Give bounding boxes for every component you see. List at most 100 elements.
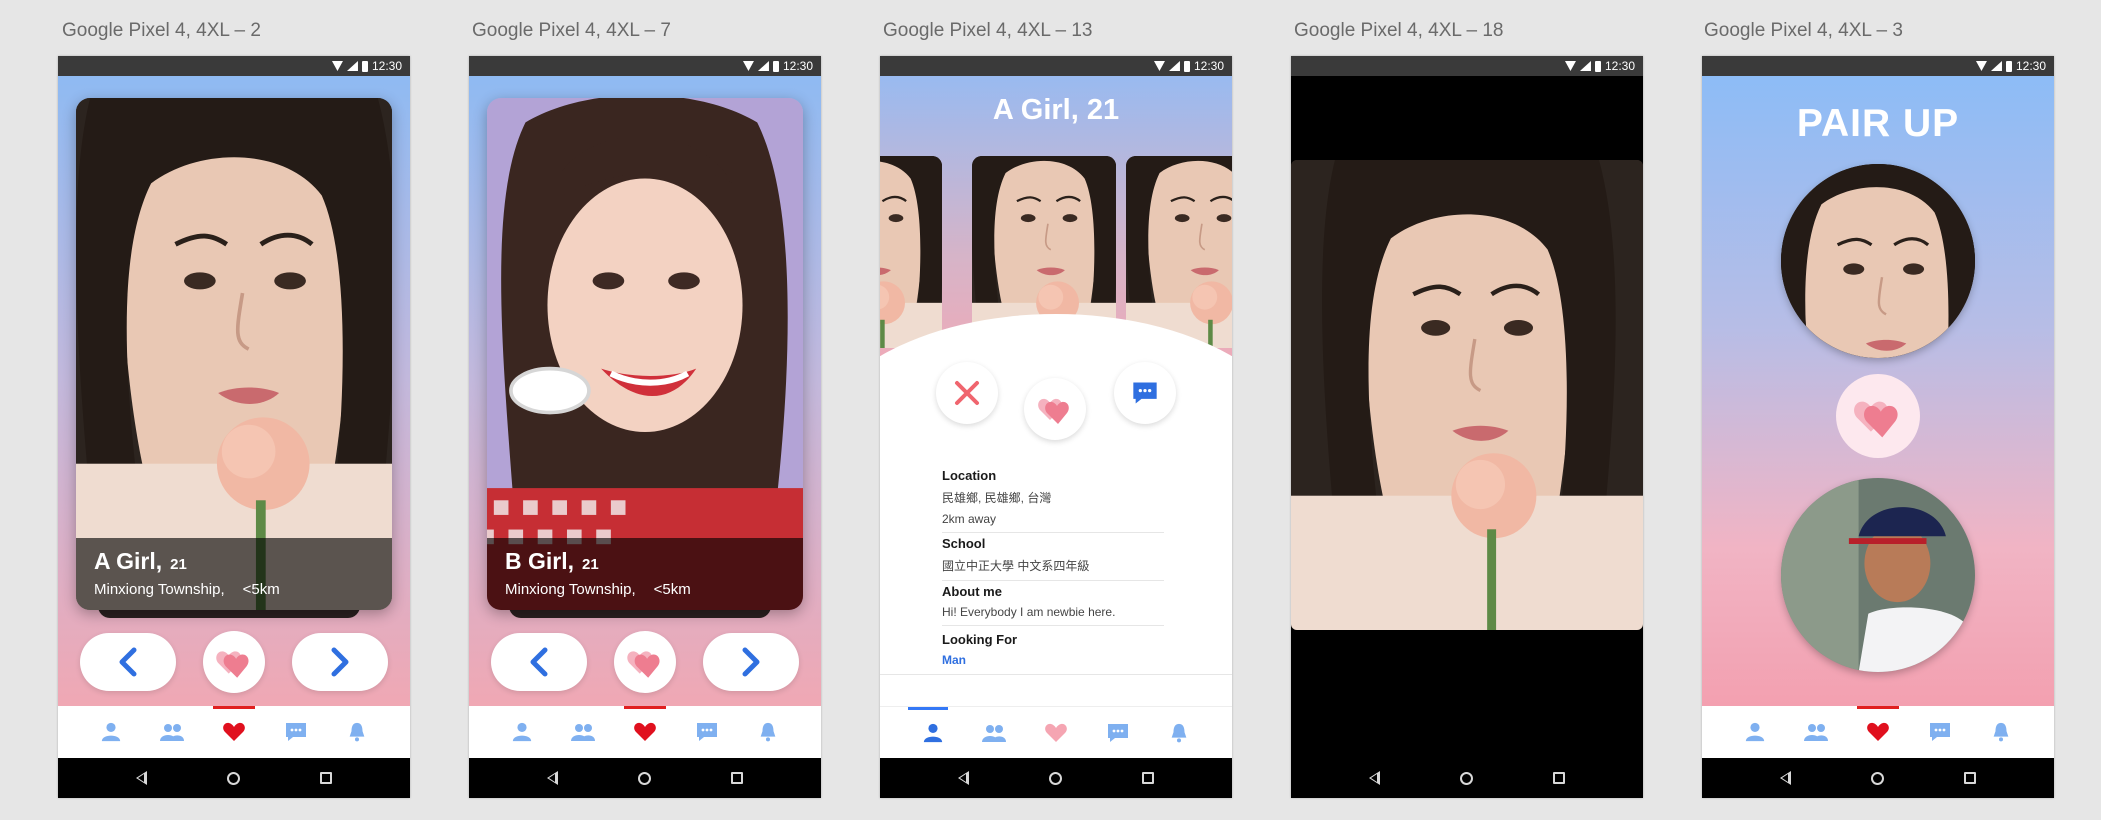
next-button[interactable] bbox=[292, 633, 388, 691]
like-button[interactable] bbox=[1024, 378, 1086, 440]
profile-card[interactable]: A Girl, 21 Minxiong Township, <5km bbox=[76, 98, 392, 610]
nav-home-icon[interactable] bbox=[227, 771, 240, 785]
card-name: A Girl, bbox=[94, 548, 163, 574]
status-time: 12:30 bbox=[2015, 59, 2046, 73]
next-button[interactable] bbox=[703, 633, 799, 691]
card-age: 21 bbox=[582, 556, 599, 573]
system-nav-bar bbox=[469, 758, 821, 798]
heart-icon bbox=[1867, 722, 1889, 741]
looking-for-section: Looking For Man bbox=[942, 632, 1164, 667]
tab-friends[interactable] bbox=[1803, 719, 1829, 745]
artboard-label-1: Google Pixel 4, 4XL – 2 bbox=[62, 20, 261, 41]
profile-icon bbox=[512, 722, 531, 742]
like-heart-icon bbox=[1038, 398, 1069, 424]
next-arrow-icon bbox=[742, 647, 760, 677]
nav-home-icon[interactable] bbox=[1049, 771, 1062, 785]
signal-icon bbox=[1579, 61, 1591, 71]
like-button[interactable] bbox=[614, 631, 676, 693]
nav-recent-icon[interactable] bbox=[1964, 772, 1976, 784]
tab-match[interactable] bbox=[1865, 719, 1891, 745]
message-icon bbox=[1133, 382, 1157, 404]
back-arrow-icon bbox=[119, 647, 137, 677]
tab-profile[interactable] bbox=[920, 720, 946, 746]
status-bar: 12:30 bbox=[880, 56, 1232, 76]
screen-pair-up: 12:30 PAIR UP bbox=[1702, 56, 2054, 798]
system-nav-bar bbox=[1702, 758, 2054, 798]
artboard-label-3: Google Pixel 4, 4XL – 13 bbox=[883, 20, 1093, 41]
tab-profile[interactable] bbox=[509, 719, 535, 745]
tab-bar bbox=[58, 706, 410, 758]
tab-friends[interactable] bbox=[981, 720, 1007, 746]
nav-home-icon[interactable] bbox=[1460, 771, 1473, 785]
nav-home-icon[interactable] bbox=[1871, 771, 1884, 785]
like-heart-icon bbox=[216, 651, 249, 678]
tab-chat[interactable] bbox=[1105, 720, 1131, 746]
looking-for-label: Looking For bbox=[942, 632, 1018, 647]
friends-icon bbox=[160, 724, 185, 741]
tab-chat[interactable] bbox=[283, 719, 309, 745]
nav-back-icon[interactable] bbox=[1780, 771, 1791, 785]
match-photo-girl[interactable] bbox=[1781, 164, 1975, 358]
wifi-icon bbox=[742, 61, 754, 71]
like-button[interactable] bbox=[203, 631, 265, 693]
card-info: A Girl, 21 Minxiong Township, <5km bbox=[76, 538, 392, 610]
chat-icon bbox=[1107, 723, 1128, 742]
tab-chat[interactable] bbox=[1927, 719, 1953, 745]
girl-avatar bbox=[1781, 164, 1975, 358]
tab-notifications[interactable] bbox=[755, 719, 781, 745]
dislike-button[interactable] bbox=[936, 362, 998, 424]
tab-notifications[interactable] bbox=[1166, 720, 1192, 746]
system-nav-bar bbox=[58, 758, 410, 798]
previous-button[interactable] bbox=[491, 633, 587, 691]
pair-up-title: PAIR UP bbox=[1796, 102, 1960, 145]
message-button[interactable] bbox=[1114, 362, 1176, 424]
fullscreen-image bbox=[1291, 160, 1643, 630]
tab-profile[interactable] bbox=[98, 719, 124, 745]
boy-avatar bbox=[1781, 478, 1975, 672]
artboard-label-2: Google Pixel 4, 4XL – 7 bbox=[472, 20, 671, 41]
status-time: 12:30 bbox=[371, 59, 402, 73]
signal-icon bbox=[346, 61, 358, 71]
gallery-photo[interactable] bbox=[880, 156, 942, 348]
screen-photo-viewer: 12:30 bbox=[1291, 56, 1643, 798]
previous-button[interactable] bbox=[80, 633, 176, 691]
tab-match[interactable] bbox=[632, 719, 658, 745]
nav-back-icon[interactable] bbox=[958, 771, 969, 785]
card-name: B Girl, bbox=[505, 548, 575, 574]
nav-back-icon[interactable] bbox=[547, 771, 558, 785]
signal-icon bbox=[1990, 61, 2002, 71]
gallery-photo[interactable] bbox=[1126, 156, 1232, 348]
nav-recent-icon[interactable] bbox=[1142, 772, 1154, 784]
friends-icon bbox=[1804, 724, 1829, 741]
profile-card[interactable]: B Girl, 21 Minxiong Township, <5km bbox=[487, 98, 803, 610]
nav-back-icon[interactable] bbox=[136, 771, 147, 785]
tab-notifications[interactable] bbox=[344, 719, 370, 745]
card-info: B Girl, 21 Minxiong Township, <5km bbox=[487, 538, 803, 610]
nav-recent-icon[interactable] bbox=[731, 772, 743, 784]
match-heart bbox=[1836, 374, 1920, 458]
tab-chat[interactable] bbox=[694, 719, 720, 745]
profile-icon bbox=[101, 722, 120, 742]
tab-profile[interactable] bbox=[1742, 719, 1768, 745]
heart-icon bbox=[634, 722, 656, 741]
battery-icon bbox=[1183, 60, 1190, 72]
tab-match[interactable] bbox=[1043, 720, 1069, 746]
nav-home-icon[interactable] bbox=[638, 771, 651, 785]
tab-match[interactable] bbox=[221, 719, 247, 745]
battery-icon bbox=[772, 60, 779, 72]
wifi-icon bbox=[1153, 61, 1165, 71]
active-tab-indicator bbox=[213, 706, 255, 709]
tab-friends[interactable] bbox=[159, 719, 185, 745]
active-tab-indicator bbox=[624, 706, 666, 709]
nav-back-icon[interactable] bbox=[1369, 771, 1380, 785]
next-arrow-icon bbox=[331, 647, 349, 677]
match-photo-boy[interactable] bbox=[1781, 478, 1975, 672]
nav-recent-icon[interactable] bbox=[320, 772, 332, 784]
distance-value: 2km away bbox=[942, 512, 997, 526]
fullscreen-photo[interactable] bbox=[1291, 160, 1643, 630]
tab-bar bbox=[469, 706, 821, 758]
nav-recent-icon[interactable] bbox=[1553, 772, 1565, 784]
tab-friends[interactable] bbox=[570, 719, 596, 745]
battery-icon bbox=[361, 60, 368, 72]
tab-notifications[interactable] bbox=[1988, 719, 2014, 745]
